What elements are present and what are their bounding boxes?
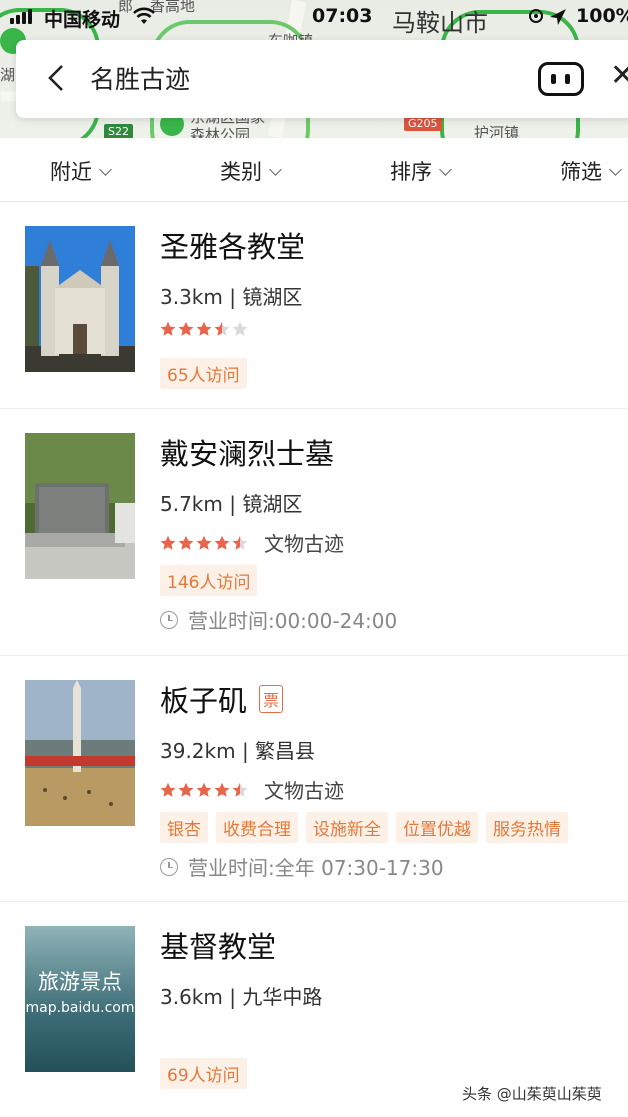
- poi-category: 文物古迹: [264, 532, 344, 556]
- star-icon: [196, 535, 212, 551]
- star-icon: [178, 782, 194, 798]
- poi-list-item[interactable]: 板子矶票 39.2km | 繁昌县 文物古迹 银杏 收费合理 设施新全 位置优越…: [0, 656, 628, 902]
- feature-tag: 位置优越: [396, 812, 478, 843]
- city-name: 马鞍山市: [392, 9, 488, 37]
- poi-hours-text: 营业时间:00:00-24:00: [188, 609, 398, 633]
- poi-hours: 营业时间:全年 07:30-17:30: [160, 852, 444, 881]
- filter-nearby[interactable]: 附近: [50, 156, 112, 186]
- poi-tags: 银杏 收费合理 设施新全 位置优越 服务热情: [160, 812, 568, 843]
- close-icon[interactable]: ✕: [610, 58, 628, 93]
- poi-photo[interactable]: [25, 226, 135, 372]
- back-arrow-icon[interactable]: [42, 60, 70, 96]
- star-icon: [214, 782, 230, 798]
- star-icon: [232, 782, 248, 798]
- signal-icon: [10, 9, 32, 24]
- map-label: 湖: [0, 66, 16, 84]
- battery-level: 100%: [576, 5, 628, 27]
- poi-distance-area: 3.6km | 九华中路: [160, 985, 323, 1009]
- filter-bar: 附近 类别 排序 筛选: [0, 138, 628, 202]
- search-query[interactable]: 名胜古迹: [90, 60, 190, 96]
- poi-tags: 65人访问: [160, 358, 247, 389]
- filter-sort[interactable]: 排序: [390, 156, 452, 186]
- poi-photo[interactable]: [25, 433, 135, 579]
- poi-rating: 文物古迹: [160, 775, 344, 804]
- road-badge: G205: [404, 116, 442, 131]
- feature-tag: 收费合理: [216, 812, 298, 843]
- poi-name[interactable]: 戴安澜烈士墓: [160, 431, 334, 473]
- filter-category[interactable]: 类别: [220, 156, 282, 186]
- feature-tag: 银杏: [160, 812, 208, 843]
- poi-name[interactable]: 基督教堂: [160, 924, 276, 966]
- placeholder-subtext: map.baidu.com: [25, 1000, 135, 1016]
- location-arrow-icon: [528, 6, 568, 30]
- poi-distance-area: 39.2km | 繁昌县: [160, 739, 316, 763]
- star-icon: [232, 535, 248, 551]
- road-badge: S22: [104, 124, 133, 138]
- wifi-icon: [132, 6, 156, 31]
- status-bar: 中国移动 07:03 马鞍山市 100%: [0, 0, 628, 37]
- ticket-badge: 票: [259, 685, 284, 713]
- poi-list-item[interactable]: 戴安澜烈士墓 5.7km | 镜湖区 文物古迹 146人访问 营业时间:00:0…: [0, 409, 628, 656]
- filter-screen[interactable]: 筛选: [560, 156, 622, 186]
- feature-tag: 服务热情: [486, 812, 568, 843]
- clock-time: 07:03: [312, 5, 373, 27]
- poi-rating: 文物古迹: [160, 528, 344, 557]
- poi-photo[interactable]: [25, 680, 135, 826]
- placeholder-text: 旅游景点: [38, 970, 122, 994]
- star-icon: [196, 321, 212, 337]
- poi-distance-area: 3.3km | 镜湖区: [160, 285, 303, 309]
- visit-count-tag: 146人访问: [160, 565, 258, 596]
- chevron-down-icon: [269, 163, 282, 176]
- poi-photo[interactable]: 旅游景点 map.baidu.com: [25, 926, 135, 1072]
- clock-icon: [160, 610, 178, 629]
- chevron-down-icon: [439, 163, 452, 176]
- chevron-down-icon: [609, 163, 622, 176]
- clock-icon: [160, 857, 178, 876]
- feature-tag: 设施新全: [306, 812, 388, 843]
- visit-count-tag: 65人访问: [160, 358, 247, 389]
- star-icon: [214, 535, 230, 551]
- star-icon: [160, 782, 176, 798]
- poi-name[interactable]: 圣雅各教堂: [160, 224, 305, 266]
- star-icon: [214, 321, 230, 337]
- poi-tags: 146人访问: [160, 565, 258, 596]
- chevron-down-icon: [99, 163, 112, 176]
- rating-stars: [160, 782, 248, 798]
- star-icon: [196, 782, 212, 798]
- rating-stars: [160, 535, 248, 551]
- poi-rating: [160, 321, 248, 337]
- poi-hours-text: 营业时间:全年 07:30-17:30: [188, 856, 444, 880]
- star-icon: [178, 535, 194, 551]
- poi-distance-area: 5.7km | 镜湖区: [160, 492, 303, 516]
- poi-category: 文物古迹: [264, 779, 344, 803]
- poi-list-item[interactable]: 圣雅各教堂 3.3km | 镜湖区 65人访问: [0, 202, 628, 409]
- search-bar[interactable]: 名胜古迹 ✕: [16, 40, 628, 118]
- star-icon: [160, 535, 176, 551]
- rating-stars: [160, 321, 248, 337]
- star-icon: [232, 321, 248, 337]
- map-label: 森林公园: [190, 126, 251, 138]
- watermark: 头条 @山茱萸山茱萸: [462, 1085, 602, 1103]
- voice-assistant-icon[interactable]: [538, 62, 584, 96]
- map-label: 护河镇: [474, 124, 520, 138]
- star-icon: [178, 321, 194, 337]
- poi-hours: 营业时间:00:00-24:00: [160, 605, 397, 634]
- poi-tags: 69人访问: [160, 1058, 247, 1089]
- poi-name[interactable]: 板子矶票: [160, 678, 284, 720]
- star-icon: [160, 321, 176, 337]
- visit-count-tag: 69人访问: [160, 1058, 247, 1089]
- carrier-name: 中国移动: [44, 9, 121, 31]
